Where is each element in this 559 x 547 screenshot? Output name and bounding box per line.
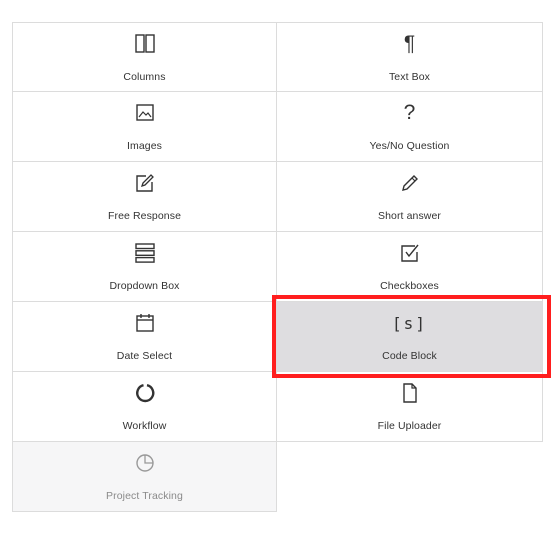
block-option-short-answer[interactable]: Short answer	[277, 162, 543, 232]
block-option-label: Yes/No Question	[369, 140, 450, 152]
block-option-label: Checkboxes	[380, 280, 439, 292]
block-option-label: Dropdown Box	[109, 280, 180, 292]
file-icon	[399, 382, 421, 404]
block-option-free-response[interactable]: Free Response	[12, 162, 277, 232]
block-option-label: File Uploader	[377, 420, 442, 432]
block-option-file-uploader[interactable]: File Uploader	[277, 372, 543, 442]
block-option-label: Columns	[123, 71, 166, 83]
block-option-label: Text Box	[388, 71, 431, 83]
calendar-icon	[134, 312, 156, 334]
block-option-label: Date Select	[116, 350, 173, 362]
block-option-label: Free Response	[107, 210, 182, 222]
block-option-workflow[interactable]: Workflow	[12, 372, 277, 442]
columns-icon	[134, 33, 156, 55]
block-option-code-block[interactable]: [s] Code Block	[277, 302, 543, 372]
block-option-label: Images	[126, 140, 163, 152]
block-option-yes-no-question[interactable]: ? Yes/No Question	[277, 92, 543, 162]
block-option-label: Project Tracking	[106, 490, 183, 502]
pencil-icon	[399, 172, 421, 194]
block-option-label: Workflow	[122, 420, 167, 432]
question-icon: ?	[403, 101, 416, 124]
code-icon: [s]	[392, 313, 427, 333]
pie-chart-icon	[134, 452, 156, 474]
edit-square-icon	[134, 172, 156, 194]
block-option-label: Code Block	[382, 350, 437, 362]
checkbox-icon	[399, 242, 421, 264]
pilcrow-icon: ¶	[403, 32, 416, 55]
block-option-columns[interactable]: Columns	[12, 22, 277, 92]
block-option-project-tracking: Project Tracking	[12, 442, 277, 512]
block-option-checkboxes[interactable]: Checkboxes	[277, 232, 543, 302]
circle-icon	[134, 382, 156, 404]
list-icon	[134, 242, 156, 264]
image-icon	[134, 102, 156, 124]
block-option-date-select[interactable]: Date Select	[12, 302, 277, 372]
block-option-label: Short answer	[377, 210, 442, 222]
block-option-images[interactable]: Images	[12, 92, 277, 162]
block-type-grid: Columns ¶ Text Box Images ? Yes/No Quest…	[12, 22, 543, 512]
block-option-dropdown-box[interactable]: Dropdown Box	[12, 232, 277, 302]
block-option-text-box[interactable]: ¶ Text Box	[277, 22, 543, 92]
